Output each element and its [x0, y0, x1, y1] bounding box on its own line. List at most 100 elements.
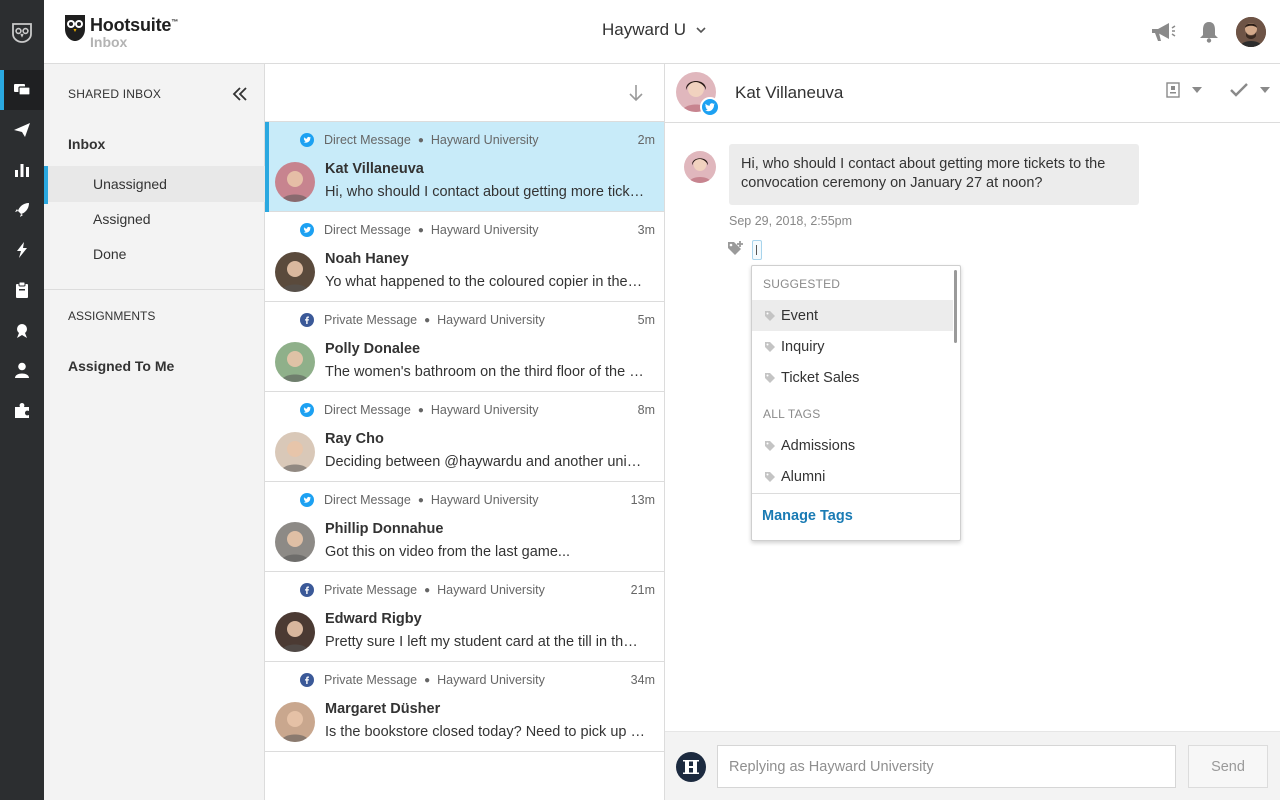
- message-meta: Direct Message ● Hayward University: [300, 403, 539, 417]
- person-icon: [15, 362, 29, 378]
- facebook-icon: [300, 583, 314, 597]
- nav-done[interactable]: Done: [44, 236, 265, 272]
- message-list: Direct Message ● Hayward University 2m Kat V…: [265, 64, 665, 800]
- message-row[interactable]: Private Message ● Hayward University 5m Poll…: [265, 302, 664, 392]
- message-time: 13m: [630, 493, 655, 507]
- message-account: Hayward University: [437, 583, 545, 597]
- rail-analytics[interactable]: [0, 150, 44, 190]
- message-meta: Private Message ● Hayward University: [300, 583, 545, 597]
- puzzle-icon: [15, 403, 29, 418]
- message-row[interactable]: Direct Message ● Hayward University 8m Ray C…: [265, 392, 664, 482]
- message-bubble: Hi, who should I contact about getting m…: [729, 144, 1139, 205]
- owl-logo-icon: [65, 15, 85, 41]
- rail-assignments[interactable]: [0, 270, 44, 310]
- tag-option-inquiry[interactable]: Inquiry: [752, 331, 953, 362]
- separator-dot: ●: [417, 404, 424, 416]
- message-account: Hayward University: [430, 493, 539, 507]
- message-preview: Yo what happened to the coloured copier …: [325, 274, 645, 290]
- sort-button[interactable]: [629, 84, 643, 102]
- resolve-button[interactable]: [1230, 83, 1270, 97]
- message-type: Direct Message: [324, 133, 411, 147]
- message-time: 3m: [637, 223, 655, 237]
- sender-avatar: [275, 522, 315, 562]
- rail-boost[interactable]: [0, 190, 44, 230]
- rail-amplify[interactable]: [0, 230, 44, 270]
- message-row[interactable]: Private Message ● Hayward University 21m Edw…: [265, 572, 664, 662]
- brand-logo[interactable]: Hootsuite™ Inbox: [64, 13, 178, 49]
- message-timestamp: Sep 29, 2018, 2:55pm: [729, 214, 853, 228]
- message-meta: Private Message ● Hayward University: [300, 313, 545, 327]
- message-row[interactable]: Private Message ● Hayward University 34m Mar…: [265, 662, 664, 752]
- message-time: 2m: [637, 133, 655, 147]
- message-account: Hayward University: [430, 133, 539, 147]
- reply-input[interactable]: [717, 745, 1176, 788]
- tag-icon: [765, 310, 775, 321]
- message-meta: Private Message ● Hayward University: [300, 673, 545, 687]
- organization-selector[interactable]: Hayward U: [602, 20, 706, 40]
- sender-avatar: [275, 432, 315, 472]
- rail-campaigns[interactable]: [0, 310, 44, 350]
- notifications-button[interactable]: [1186, 14, 1232, 50]
- rail-apps[interactable]: [0, 390, 44, 430]
- message-row[interactable]: Direct Message ● Hayward University 3m Noah …: [265, 212, 664, 302]
- twitter-icon: [300, 223, 314, 237]
- arrow-down-icon: [629, 85, 643, 102]
- message-preview: The women's bathroom on the third floor …: [325, 364, 645, 380]
- rail-contacts[interactable]: [0, 350, 44, 390]
- owl-icon: [12, 23, 32, 43]
- tag-option-event[interactable]: Event: [752, 300, 953, 331]
- sender-avatar-image: [275, 612, 315, 652]
- tag-icon: [765, 471, 775, 482]
- manage-tags-link[interactable]: Manage Tags: [762, 508, 853, 524]
- message-row[interactable]: Direct Message ● Hayward University 2m Kat V…: [265, 122, 664, 212]
- user-avatar[interactable]: [1236, 17, 1266, 47]
- top-header: Hootsuite™ Inbox Hayward U: [44, 0, 1280, 64]
- nav-assigned-to-me[interactable]: Assigned To Me: [68, 358, 174, 374]
- add-tag-button[interactable]: [727, 240, 745, 258]
- message-author-avatar: [684, 151, 716, 183]
- sender-avatar-image: [275, 702, 315, 742]
- app-rail: [0, 0, 44, 800]
- nav-unassigned[interactable]: Unassigned: [44, 166, 265, 204]
- clipboard-icon: [16, 282, 28, 298]
- contact-name: Kat Villaneuva: [735, 83, 844, 102]
- sender-avatar-image: [275, 342, 315, 382]
- sender-name: Polly Donalee: [325, 341, 421, 357]
- assign-dropdown-caret: [1192, 87, 1202, 93]
- sender-avatar-image: [275, 162, 315, 202]
- tag-list-scrollbar[interactable]: [954, 270, 957, 343]
- facebook-icon: [300, 313, 314, 327]
- tag-option-alumni[interactable]: Alumni: [752, 461, 953, 492]
- tag-icon: [765, 372, 775, 383]
- message-type: Direct Message: [324, 403, 411, 417]
- announcements-button[interactable]: [1140, 14, 1186, 50]
- rail-inbox[interactable]: [0, 70, 44, 110]
- rail-publisher[interactable]: [0, 110, 44, 150]
- tag-icon: [765, 341, 775, 352]
- tag-search-input[interactable]: [752, 240, 762, 260]
- separator-dot: ●: [417, 224, 424, 236]
- message-meta: Direct Message ● Hayward University: [300, 133, 539, 147]
- message-row[interactable]: Direct Message ● Hayward University 13m Phil…: [265, 482, 664, 572]
- bell-icon: [1200, 22, 1218, 43]
- hootsuite-owl-logo[interactable]: [0, 0, 44, 64]
- tag-plus-icon: [728, 241, 743, 255]
- message-meta: Direct Message ● Hayward University: [300, 493, 539, 507]
- message-time: 5m: [637, 313, 655, 327]
- author-avatar-image: [684, 151, 716, 183]
- sender-name: Noah Haney: [325, 251, 409, 267]
- tag-option-label: Ticket Sales: [781, 369, 860, 386]
- assign-button[interactable]: [1166, 82, 1202, 98]
- message-meta: Direct Message ● Hayward University: [300, 223, 539, 237]
- sender-avatar: [275, 702, 315, 742]
- message-type: Direct Message: [324, 223, 411, 237]
- tag-option-admissions[interactable]: Admissions: [752, 430, 953, 461]
- tag-option-ticket-sales[interactable]: Ticket Sales: [752, 362, 953, 393]
- collapse-panel-button[interactable]: [232, 86, 248, 102]
- shared-inbox-header: SHARED INBOX: [68, 87, 162, 101]
- nav-inbox[interactable]: Inbox: [68, 136, 105, 152]
- paper-plane-icon: [14, 123, 30, 137]
- nav-assigned[interactable]: Assigned: [44, 201, 265, 237]
- tag-list[interactable]: SUGGESTED Event Inquiry Ticket Sales ALL…: [752, 266, 960, 493]
- send-button[interactable]: Send: [1188, 745, 1268, 788]
